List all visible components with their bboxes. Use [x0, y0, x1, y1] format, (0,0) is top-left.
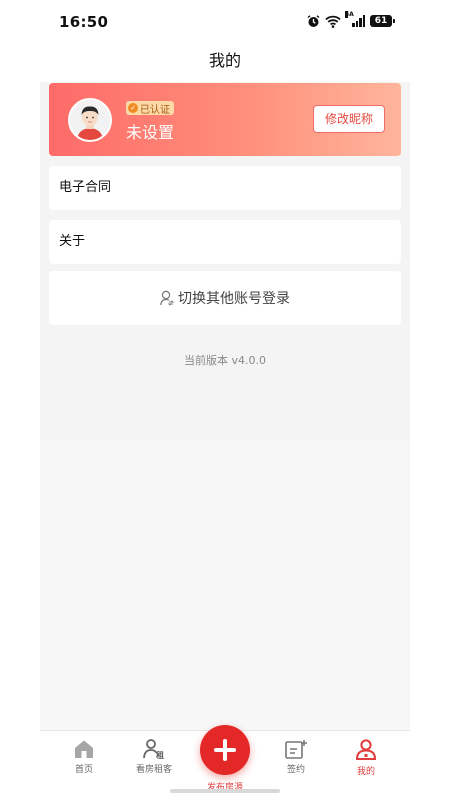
version-text: 当前版本 v4.0.0: [184, 354, 266, 367]
wifi-icon: [325, 15, 341, 28]
tab-mine-label: 我的: [356, 767, 375, 777]
svg-text:租: 租: [156, 750, 164, 759]
tenant-icon: 租: [143, 739, 164, 759]
avatar-person-icon: [70, 100, 110, 140]
tab-sign[interactable]: 签约: [266, 737, 326, 787]
verified-badge: ✓ 已认证: [126, 101, 174, 116]
home-indicator: [170, 789, 280, 793]
home-icon: [75, 740, 93, 758]
edit-nickname-button[interactable]: 修改昵称: [313, 105, 385, 133]
alarm-icon: [307, 14, 320, 27]
content-bottom-area: [40, 440, 410, 730]
bottom-tab-bar: 首页 租 看房租客 发布房源 签约 我的: [40, 725, 410, 792]
switch-account-label: 切换其他账号登录: [178, 291, 290, 307]
verified-badge-label: 已认证: [140, 104, 170, 116]
main-content: ✓ 已认证 未设置 修改昵称 电子合同 关于 切换其他账号登录 当前版本 v4.…: [40, 82, 410, 730]
tab-mine[interactable]: 我的: [336, 737, 396, 787]
tab-home[interactable]: 首页: [54, 737, 114, 787]
menu-item-about[interactable]: 关于: [49, 220, 401, 264]
profile-card: ✓ 已认证 未设置 修改昵称: [49, 83, 401, 156]
status-time: 16:50: [59, 13, 109, 31]
page-title: 我的: [0, 40, 450, 82]
tab-sign-label: 签约: [286, 765, 305, 775]
tab-viewing-tenants-label: 看房租客: [135, 765, 172, 775]
battery-icon: 61: [370, 15, 395, 27]
user-profile-icon: [355, 739, 377, 760]
tab-home-label: 首页: [74, 765, 93, 775]
avatar[interactable]: [68, 98, 112, 142]
menu-item-electronic-contract[interactable]: 电子合同: [49, 166, 401, 210]
sign-contract-icon: [285, 740, 307, 759]
cellular-signal-icon: 5A: [345, 11, 365, 27]
tab-viewing-tenants[interactable]: 租 看房租客: [124, 737, 184, 787]
publish-fab-button[interactable]: [200, 725, 250, 775]
status-bar: 16:50 5A 61: [0, 0, 450, 40]
nickname-label: 未设置: [126, 123, 175, 142]
verified-check-icon: ✓: [128, 103, 138, 113]
status-icons: 5A 61: [307, 11, 395, 28]
network-type-label: 5A: [345, 11, 354, 18]
switch-user-icon: [160, 290, 174, 306]
switch-account-button[interactable]: 切换其他账号登录: [49, 271, 401, 325]
